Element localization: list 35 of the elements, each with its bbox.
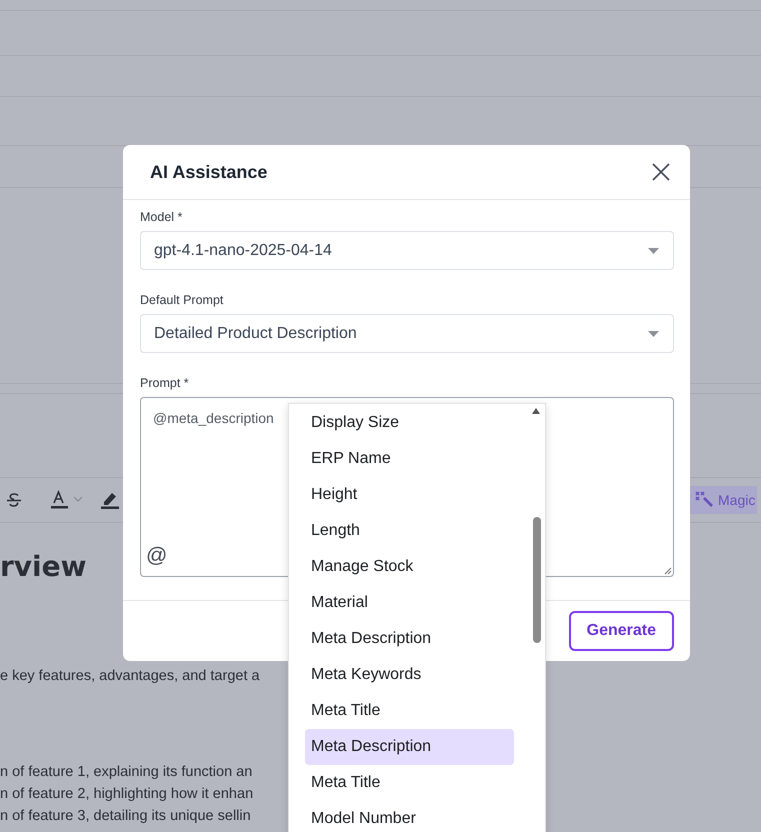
document-heading: rview <box>0 550 87 584</box>
select-field[interactable]: gpt-4.1-nano-2025-04-14 <box>140 231 674 270</box>
magic-wand-icon <box>694 490 714 510</box>
mention-button[interactable]: @ <box>146 545 168 567</box>
menu-item[interactable]: Display Size <box>305 405 514 441</box>
field-label: Default Prompt <box>140 292 224 308</box>
menu-item[interactable]: Meta Title <box>305 765 514 801</box>
menu-item[interactable]: Model Number <box>305 801 514 832</box>
select-field[interactable]: Detailed Product Description <box>140 314 674 353</box>
menu-item[interactable]: ERP Name <box>305 441 514 477</box>
paragraph-text: n of feature 3, detailing its unique sellin <box>0 807 251 826</box>
menu-item[interactable]: Meta Description <box>305 621 514 657</box>
field-label: Model * <box>140 209 184 225</box>
dropdown-caret-icon <box>648 248 659 254</box>
close-button[interactable] <box>652 163 670 181</box>
highlighter-icon[interactable] <box>100 490 120 510</box>
resize-grip-icon[interactable] <box>664 567 672 575</box>
close-icon <box>652 163 670 181</box>
paragraph-text: e key features, advantages, and target a <box>0 667 260 686</box>
paragraph-text: n of feature 2, highlighting how it enhan <box>0 785 254 804</box>
menu-item[interactable]: Manage Stock <box>305 549 514 585</box>
generate-button[interactable]: Generate <box>568 611 674 651</box>
field-label: Prompt * <box>140 375 190 391</box>
scrollbar-thumb[interactable] <box>533 517 541 643</box>
menu-item[interactable]: Material <box>305 585 514 621</box>
menu-item[interactable]: Length <box>305 513 514 549</box>
paragraph-text: n of feature 1, explaining its function an <box>0 763 252 782</box>
menu-item[interactable]: Height <box>305 477 514 513</box>
scroll-up-icon[interactable] <box>532 408 540 414</box>
menu-item[interactable]: Meta Keywords <box>305 657 514 693</box>
menu-item[interactable]: Meta Description <box>305 729 514 765</box>
dialog-title: AI Assistance <box>150 162 268 182</box>
dropdown-caret-icon <box>648 330 659 336</box>
strikethrough-icon[interactable] <box>6 492 22 508</box>
menu-item[interactable]: Meta Title <box>305 693 514 729</box>
